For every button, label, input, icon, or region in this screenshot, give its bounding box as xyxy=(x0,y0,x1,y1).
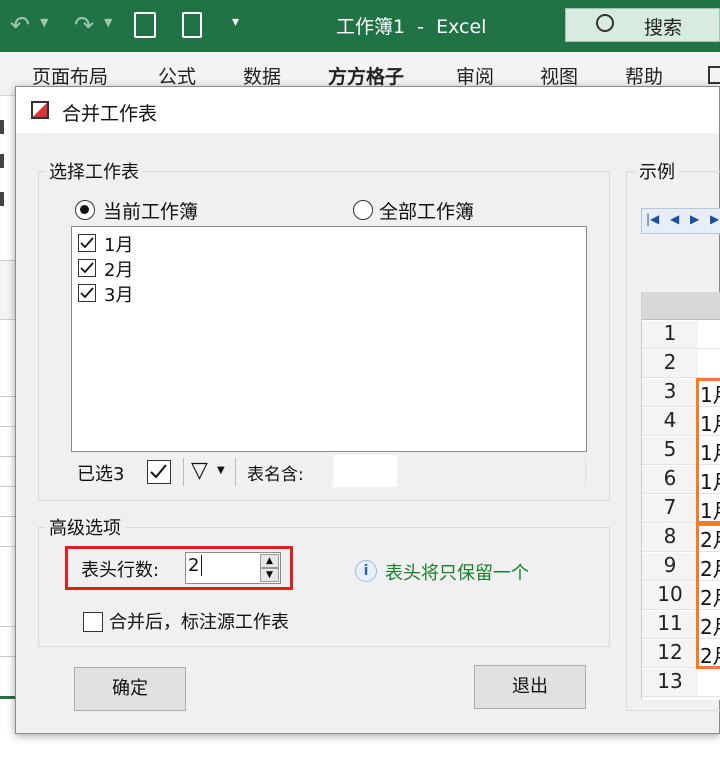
example-row-number: 3 xyxy=(642,379,698,407)
tab-fangfange[interactable]: 方方格子 xyxy=(328,62,404,89)
tab-more-icon[interactable] xyxy=(708,66,720,84)
dialog-title: 合并工作表 xyxy=(62,103,158,125)
print-preview-icon[interactable] xyxy=(134,12,156,38)
window-title: 工作簿1 - Excel xyxy=(336,16,487,38)
divider xyxy=(235,458,236,486)
excel-title-bar: ↶ ▼ ↷ ▼ ▾ 工作簿1 - Excel 搜索 xyxy=(0,0,720,52)
example-row-number: 9 xyxy=(642,553,698,581)
info-text: 表头将只保留一个 xyxy=(385,563,529,584)
filter-dropdown-icon[interactable]: ▼ xyxy=(217,465,225,476)
ok-button[interactable]: 确定 xyxy=(74,667,186,711)
example-row-number: 13 xyxy=(642,669,698,697)
example-group: 示例 |◀ ◀ ▶ ▶| 1231月41月51月61月71月82月92月102月… xyxy=(626,158,720,711)
tab-view[interactable]: 视图 xyxy=(540,62,578,89)
sheet-checkbox[interactable] xyxy=(78,259,96,277)
example-row-number: 12 xyxy=(642,640,698,668)
new-document-icon[interactable] xyxy=(182,12,202,38)
example-label: 示例 xyxy=(635,158,679,184)
exit-button[interactable]: 退出 xyxy=(474,665,586,709)
spinner-down-button[interactable]: ▼ xyxy=(260,568,279,582)
next-sheet-icon: ▶ xyxy=(690,212,700,226)
example-nav-bar: |◀ ◀ ▶ ▶| xyxy=(641,208,720,234)
radio-current-workbook-label[interactable]: 当前工作簿 xyxy=(103,197,198,224)
prev-sheet-icon: ◀ xyxy=(670,212,680,226)
select-sheets-group: 选择工作表 当前工作簿 全部工作簿 1月 2月 3月 已选3 ▽ ▼ 表名含: xyxy=(38,158,610,501)
search-icon xyxy=(596,14,614,32)
last-sheet-icon: ▶| xyxy=(710,212,720,226)
example-row-number: 11 xyxy=(642,611,698,639)
undo-dropdown-icon[interactable]: ▼ xyxy=(40,16,48,29)
example-cell xyxy=(698,350,720,378)
redo-icon[interactable]: ↷ xyxy=(74,11,94,39)
example-row-number: 4 xyxy=(642,408,698,436)
mark-source-checkbox[interactable] xyxy=(83,612,103,632)
example-row-number: 5 xyxy=(642,437,698,465)
sheet-name: 2月 xyxy=(104,260,134,281)
tab-data[interactable]: 数据 xyxy=(243,62,281,89)
example-row-number: 2 xyxy=(642,350,698,378)
dialog-title-bar: 合并工作表 xyxy=(16,87,719,133)
ok-button-label: 确定 xyxy=(112,678,148,699)
example-row-number: 8 xyxy=(642,524,698,552)
exit-button-label: 退出 xyxy=(512,676,548,697)
example-row-number: 6 xyxy=(642,466,698,494)
list-item[interactable]: 3月 xyxy=(76,281,276,306)
select-all-checkbox-icon[interactable] xyxy=(147,460,171,484)
radio-current-workbook[interactable] xyxy=(75,200,95,220)
sheet-checkbox[interactable] xyxy=(78,234,96,252)
example-sheet: 1231月41月51月61月71月82月92月102月112月122月13 xyxy=(641,292,720,700)
info-icon: i xyxy=(355,560,377,582)
sheet-checkbox[interactable] xyxy=(78,284,96,302)
first-sheet-icon: |◀ xyxy=(646,212,660,226)
search-label: 搜索 xyxy=(644,17,683,39)
sheetname-filter-label: 表名含: xyxy=(247,465,304,485)
list-item[interactable]: 1月 xyxy=(76,231,276,256)
example-row-number: 1 xyxy=(642,321,698,349)
tab-formulas[interactable]: 公式 xyxy=(158,62,196,89)
app-icon xyxy=(31,101,49,119)
tab-help[interactable]: 帮助 xyxy=(625,62,663,89)
undo-icon[interactable]: ↶ xyxy=(10,11,30,39)
radio-all-workbooks-label[interactable]: 全部工作簿 xyxy=(379,197,474,224)
list-item[interactable]: 2月 xyxy=(76,256,276,281)
select-sheets-label: 选择工作表 xyxy=(45,158,143,184)
sheet-name: 1月 xyxy=(104,235,134,256)
header-rows-input[interactable]: 2 xyxy=(188,555,203,576)
radio-all-workbooks[interactable] xyxy=(353,200,373,220)
worksheet-edge xyxy=(0,96,16,767)
advanced-options-label: 高级选项 xyxy=(45,514,125,540)
tab-page-layout[interactable]: 页面布局 xyxy=(32,62,108,89)
group-highlight-1 xyxy=(696,378,720,524)
example-row-number: 7 xyxy=(642,495,698,523)
mark-source-label[interactable]: 合并后，标注源工作表 xyxy=(109,608,289,634)
example-row-number: 10 xyxy=(642,582,698,610)
advanced-options-group: 高级选项 表头行数: 2 ▲ ▼ i 表头将只保留一个 合并后，标注源工作表 xyxy=(38,514,610,647)
selected-count: 已选3 xyxy=(77,464,125,485)
search-box[interactable]: 搜索 xyxy=(565,8,720,42)
divider xyxy=(585,458,586,486)
header-rows-label: 表头行数: xyxy=(81,560,160,581)
example-cell xyxy=(698,321,720,349)
sheetname-filter-input[interactable] xyxy=(333,455,397,487)
merge-sheets-dialog: 合并工作表 选择工作表 当前工作簿 全部工作簿 1月 2月 3月 已选3 ▽ ▼… xyxy=(15,86,720,734)
sheet-name: 3月 xyxy=(104,285,134,306)
divider xyxy=(183,458,184,486)
example-cell xyxy=(698,669,720,697)
group-highlight-2 xyxy=(696,523,720,669)
redo-dropdown-icon[interactable]: ▼ xyxy=(104,16,112,29)
sheet-list[interactable]: 1月 2月 3月 xyxy=(71,226,587,452)
header-rows-spinner[interactable]: 2 ▲ ▼ xyxy=(185,552,281,584)
spinner-up-button[interactable]: ▲ xyxy=(260,554,279,568)
tab-review[interactable]: 审阅 xyxy=(456,62,494,89)
customize-toolbar-icon[interactable]: ▾ xyxy=(232,14,239,30)
filter-icon[interactable]: ▽ xyxy=(191,458,208,483)
select-all-corner xyxy=(642,292,720,320)
